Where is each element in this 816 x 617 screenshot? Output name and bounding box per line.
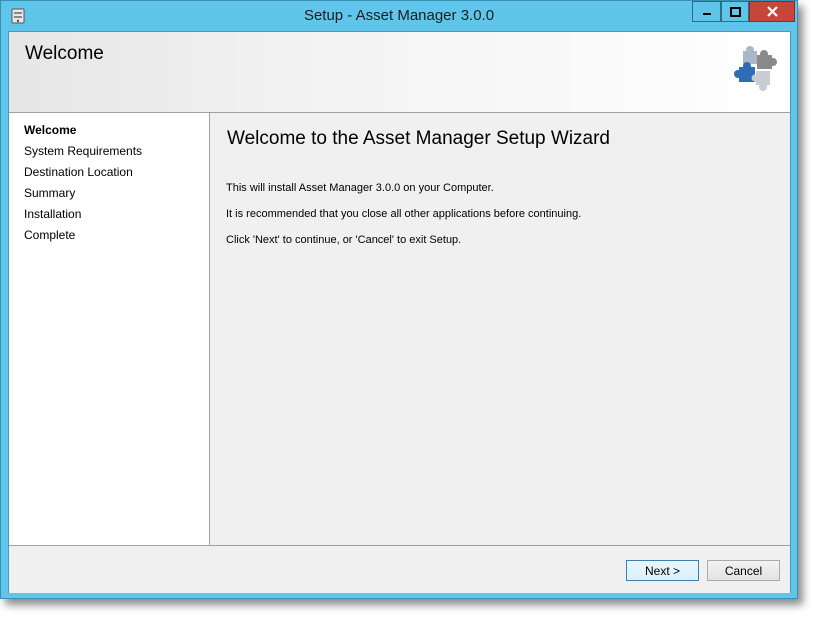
next-cancel-instruction-text: Click 'Next' to continue, or 'Cancel' to… — [226, 234, 462, 246]
step-welcome: Welcome — [24, 123, 77, 137]
close-apps-recommendation-text: It is recommended that you close all oth… — [226, 208, 582, 220]
step-destination-location: Destination Location — [24, 165, 133, 179]
step-complete: Complete — [24, 228, 76, 242]
step-summary: Summary — [24, 186, 76, 200]
install-description-text: This will install Asset Manager 3.0.0 on… — [226, 182, 494, 194]
close-button[interactable] — [749, 1, 795, 22]
cancel-button[interactable]: Cancel — [707, 560, 780, 581]
window-title: Setup - Asset Manager 3.0.0 — [303, 7, 495, 24]
wizard-heading: Welcome to the Asset Manager Setup Wizar… — [227, 128, 610, 149]
next-button[interactable]: Next > — [626, 560, 699, 581]
maximize-icon — [729, 6, 741, 17]
close-icon — [766, 6, 778, 17]
wizard-header: Welcome — [9, 32, 790, 113]
title-bar[interactable]: Setup - Asset Manager 3.0.0 — [1, 1, 797, 32]
minimize-icon — [702, 12, 711, 15]
wizard-footer: Next > Cancel — [9, 545, 790, 593]
wizard-client-area: Welcome Welcome System Requirements Dest… — [8, 31, 791, 593]
main-panel: Welcome to the Asset Manager Setup Wizar… — [210, 113, 790, 545]
puzzle-pieces-icon — [734, 46, 777, 91]
step-installation: Installation — [24, 207, 82, 221]
step-system-requirements: System Requirements — [24, 144, 143, 158]
page-title: Welcome — [25, 43, 104, 64]
minimize-button[interactable] — [692, 1, 721, 22]
setup-window: Setup - Asset Manager 3.0.0 Welcome Welc… — [0, 0, 798, 599]
maximize-button[interactable] — [721, 1, 749, 22]
steps-sidebar: Welcome System Requirements Destination … — [9, 113, 210, 545]
